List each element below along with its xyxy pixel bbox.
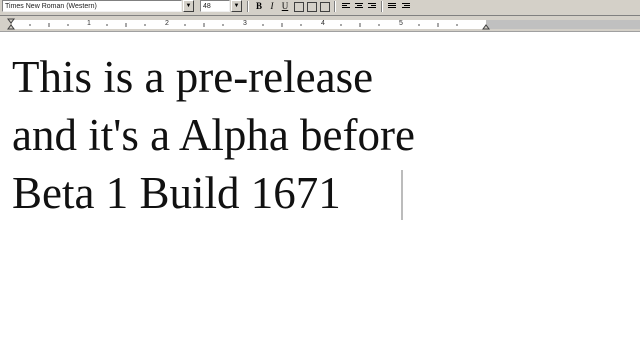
highlight-icon (307, 2, 317, 12)
underline-button[interactable]: U (279, 0, 291, 12)
first-line-indent-marker (7, 18, 15, 24)
toolbar-separator (381, 1, 383, 12)
ruler-ticks (7, 18, 490, 30)
format-button[interactable] (319, 0, 331, 12)
bold-button[interactable]: B (253, 0, 265, 12)
bullets-icon (388, 3, 396, 9)
toolbar-separator (247, 1, 249, 12)
text-cursor (401, 170, 403, 220)
bullets-button[interactable] (386, 0, 398, 12)
font-size-box[interactable]: 48 (200, 0, 230, 12)
align-right-icon (368, 3, 376, 9)
align-center-icon (355, 3, 363, 9)
ruler-number: 1 (87, 20, 91, 27)
font-size-dropdown-icon[interactable]: ▼ (231, 0, 242, 12)
font-name-box[interactable]: Times New Roman (Western) (2, 0, 182, 12)
font-color-icon (294, 2, 304, 12)
document-area[interactable]: This is a pre-release and it's a Alpha b… (0, 32, 640, 360)
document-line[interactable]: Beta 1 Build 1671 (12, 164, 341, 222)
align-center-button[interactable] (353, 0, 365, 12)
right-indent-marker (482, 24, 490, 30)
indent-button[interactable] (400, 0, 412, 12)
format-icon (320, 2, 330, 12)
align-right-button[interactable] (366, 0, 378, 12)
ruler-number: 4 (321, 20, 325, 27)
highlight-button[interactable] (306, 0, 318, 12)
document-line[interactable]: This is a pre-release (12, 48, 373, 106)
ruler-number: 3 (243, 20, 247, 27)
indent-icon (402, 3, 410, 9)
italic-button[interactable]: I (266, 0, 278, 12)
align-left-button[interactable] (340, 0, 352, 12)
ruler-number: 2 (165, 20, 169, 27)
horizontal-ruler[interactable]: 1 2 3 4 5 (0, 16, 640, 32)
formatting-toolbar: Times New Roman (Western) ▼ 48 ▼ B I U (0, 0, 640, 16)
font-name-dropdown-icon[interactable]: ▼ (183, 0, 194, 12)
font-color-button[interactable] (293, 0, 305, 12)
left-indent-marker (7, 24, 15, 30)
align-left-icon (342, 3, 350, 9)
ruler-number: 5 (399, 20, 403, 27)
document-line[interactable]: and it's a Alpha before (12, 106, 415, 164)
toolbar-separator (334, 1, 336, 12)
